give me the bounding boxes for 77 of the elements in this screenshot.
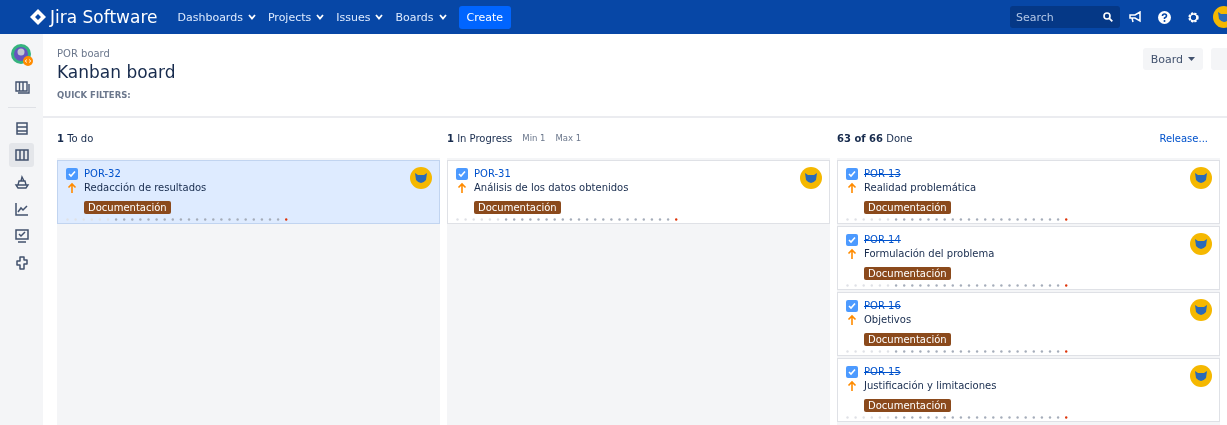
issue-summary: Redacción de resultados bbox=[84, 182, 207, 193]
issue-key[interactable]: POR-31 bbox=[474, 168, 511, 179]
issue-label: Documentación bbox=[474, 201, 561, 214]
settings-icon[interactable] bbox=[1187, 10, 1200, 24]
caret-icon bbox=[375, 14, 384, 20]
ship-icon bbox=[13, 174, 30, 190]
checkbox-icon bbox=[846, 167, 858, 180]
issue-label: Documentación bbox=[864, 201, 951, 214]
issue-key[interactable]: POR-14 bbox=[864, 234, 901, 245]
columns-icon bbox=[13, 147, 30, 163]
up-arrow-icon bbox=[846, 313, 858, 326]
caret-icon bbox=[438, 14, 447, 20]
issue-summary: Objetivos bbox=[864, 314, 912, 325]
up-arrow-icon bbox=[456, 181, 468, 194]
avatar-icon[interactable] bbox=[1190, 365, 1212, 387]
create-button[interactable]: Create bbox=[458, 5, 512, 29]
issue-key[interactable]: POR-16 bbox=[864, 300, 901, 311]
up-arrow-icon bbox=[846, 181, 858, 194]
up-arrow-icon bbox=[846, 379, 858, 392]
board-title: Kanban board bbox=[57, 62, 177, 82]
avatar-icon[interactable] bbox=[410, 167, 432, 189]
checkbox-icon bbox=[456, 167, 468, 180]
avatar-icon[interactable] bbox=[1190, 233, 1212, 255]
stack-icon bbox=[13, 120, 30, 136]
release-link[interactable]: Release... bbox=[1159, 132, 1208, 144]
nav-menu[interactable]: Dashboards bbox=[171, 10, 262, 24]
caret-icon bbox=[247, 14, 256, 20]
avatar-icon[interactable] bbox=[1190, 167, 1212, 189]
issue-card[interactable]: POR-16 Objetivos Documentación bbox=[837, 292, 1220, 356]
up-arrow-icon bbox=[66, 181, 78, 194]
issue-card[interactable]: POR-13 Realidad problemática Documentación bbox=[837, 160, 1220, 224]
issue-card[interactable]: POR-32 Redacción de resultados Documentación bbox=[57, 160, 440, 224]
issue-label: Documentación bbox=[84, 201, 171, 214]
checkbox-icon bbox=[846, 299, 858, 312]
chart-icon bbox=[13, 201, 30, 217]
avatar-icon[interactable] bbox=[1190, 299, 1212, 321]
quick-filters-label: QUICK FILTERS: bbox=[57, 90, 132, 100]
breadcrumb[interactable]: POR board bbox=[57, 48, 1143, 59]
issue-key[interactable]: POR-13 bbox=[864, 168, 901, 179]
issue-summary: Realidad problemática bbox=[864, 182, 977, 193]
issue-card[interactable]: POR-15 Justificación y limitaciones Documentación bbox=[837, 358, 1220, 422]
issue-summary: Formulación del problema bbox=[864, 248, 995, 259]
project-avatar-icon[interactable] bbox=[9, 43, 34, 67]
monitor-icon bbox=[13, 228, 30, 244]
column-title: 63 of 66 Done bbox=[837, 132, 913, 144]
column-title: 1 To do bbox=[57, 132, 94, 144]
search-field[interactable]: Search bbox=[1010, 6, 1120, 28]
product-logo[interactable]: Jira Software bbox=[50, 7, 158, 27]
board-menu-button[interactable]: Board bbox=[1142, 48, 1203, 70]
sidebar-item[interactable] bbox=[9, 143, 34, 167]
column-max-limit: Max 1 bbox=[555, 133, 582, 143]
issue-summary: Análisis de los datos obtenidos bbox=[474, 182, 629, 193]
nav-menu[interactable]: Boards bbox=[389, 10, 453, 24]
board-icon[interactable] bbox=[13, 79, 30, 95]
issue-key[interactable]: POR-32 bbox=[84, 168, 121, 179]
checkbox-icon bbox=[846, 233, 858, 246]
up-arrow-icon bbox=[846, 247, 858, 260]
diamond-icon bbox=[30, 9, 46, 25]
issue-card[interactable]: POR-31 Análisis de los datos obtenidos Documentación bbox=[447, 160, 830, 224]
issue-key[interactable]: POR-15 bbox=[864, 366, 901, 377]
checkbox-icon bbox=[66, 167, 78, 180]
issue-summary: Justificación y limitaciones bbox=[864, 380, 997, 391]
issue-label: Documentación bbox=[864, 267, 951, 280]
help-icon[interactable] bbox=[1158, 10, 1171, 24]
megaphone-icon[interactable] bbox=[1129, 11, 1142, 23]
issue-card[interactable]: POR-14 Formulación del problema Documentación bbox=[837, 226, 1220, 290]
issue-label: Documentación bbox=[864, 399, 951, 412]
issue-label: Documentación bbox=[864, 333, 951, 346]
nav-menu[interactable]: Issues bbox=[330, 10, 390, 24]
caret-icon bbox=[1188, 57, 1195, 61]
avatar-icon[interactable] bbox=[800, 167, 822, 189]
search-icon bbox=[1103, 12, 1113, 22]
checkbox-icon bbox=[846, 365, 858, 378]
column-min-limit: Min 1 bbox=[522, 133, 546, 143]
caret-icon bbox=[316, 14, 325, 20]
nav-menu[interactable]: Projects bbox=[261, 10, 331, 24]
column-title: 1 In Progress bbox=[447, 132, 513, 144]
